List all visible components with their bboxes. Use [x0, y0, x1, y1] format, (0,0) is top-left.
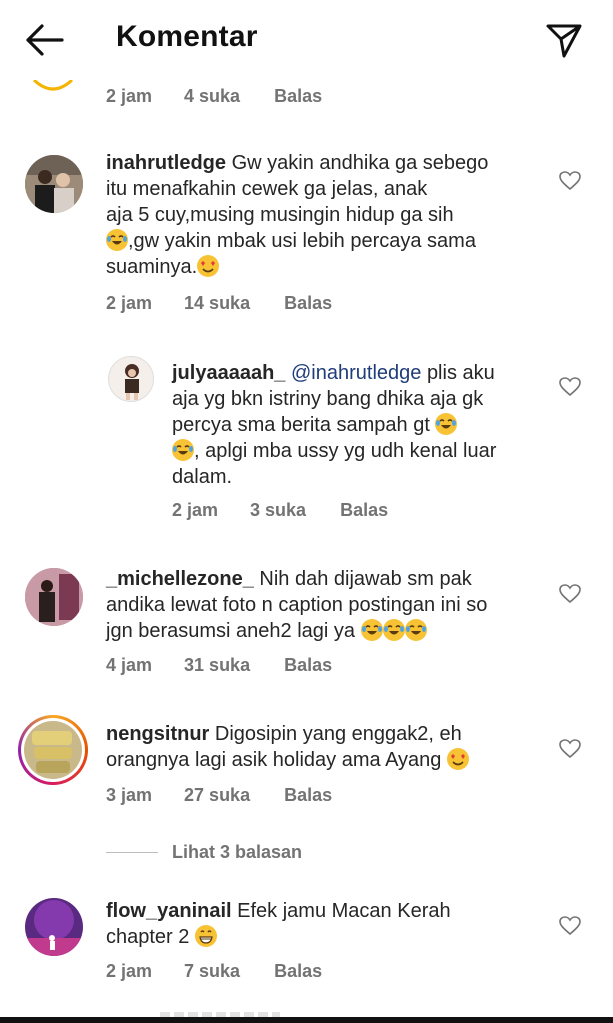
bottom-edge	[0, 1017, 613, 1023]
comment-meta: 2 jam 7 suka Balas	[106, 961, 322, 982]
comment-text: dalam.	[172, 466, 233, 488]
share-button[interactable]	[544, 20, 584, 60]
view-replies-label: Lihat 3 balasan	[172, 842, 303, 862]
like-count[interactable]: 14 suka	[184, 293, 250, 314]
comment-text: aja 5 cuy,musing musingin hidup ga sih	[106, 204, 454, 226]
grinning-face-icon	[194, 925, 217, 947]
like-heart-icon[interactable]	[559, 377, 581, 397]
comment-text: ,gw yakin mbak usi lebih percaya sama	[128, 230, 476, 252]
like-count[interactable]: 3 suka	[250, 500, 306, 521]
comment-text: percya sma berita sampah gt	[172, 414, 430, 436]
comment-text: andika lewat foto n caption postingan in…	[106, 594, 488, 616]
comment-text: Efek jamu Macan Kerah	[237, 900, 451, 922]
paper-plane-icon	[546, 24, 582, 58]
arrow-left-icon	[26, 24, 64, 56]
face-with-tears-of-joy-icon	[360, 619, 383, 641]
reply-button[interactable]: Balas	[274, 86, 322, 107]
back-button[interactable]	[22, 22, 66, 58]
comment-username[interactable]: _michellezone_	[106, 568, 254, 590]
comment-text: , aplgi mba ussy yg udh kenal luar	[194, 440, 497, 462]
comment-text: Nih dah dijawab sm pak	[259, 568, 472, 590]
face-with-tears-of-joy-icon	[172, 439, 194, 461]
face-with-tears-of-joy-icon	[106, 229, 128, 251]
comment-time: 2 jam	[172, 500, 219, 520]
page-title: Komentar	[116, 20, 258, 53]
top-bar: Komentar	[0, 0, 613, 80]
like-count[interactable]: 7 suka	[184, 961, 240, 982]
avatar[interactable]	[25, 155, 83, 213]
comment-text: suaminya.	[106, 256, 198, 278]
reply-button[interactable]: Balas	[340, 500, 388, 521]
avatar[interactable]	[25, 568, 83, 626]
comment-text: plis aku	[426, 362, 495, 384]
comment-time: 3 jam	[106, 785, 153, 805]
heart-eyes-icon	[446, 748, 469, 770]
comment-username[interactable]: inahrutledge	[106, 152, 226, 174]
comment-meta: 2 jam 14 suka Balas	[106, 293, 332, 314]
comment-time: 4 jam	[106, 655, 153, 675]
comment-username[interactable]: flow_yaninail	[106, 900, 232, 922]
story-ring-avatar[interactable]	[18, 715, 88, 785]
like-heart-icon[interactable]	[559, 916, 581, 936]
comment-username[interactable]: nengsitnur	[106, 723, 209, 745]
comment-time: 2 jam	[106, 293, 153, 313]
comment-text: aja yg bkn istriny bang dhika aja gk	[172, 388, 484, 410]
comment-meta: 2 jam 4 suka Balas	[106, 86, 322, 107]
face-with-tears-of-joy-icon	[404, 619, 427, 641]
like-count[interactable]: 31 suka	[184, 655, 250, 676]
reply-button[interactable]: Balas	[284, 655, 332, 676]
mention-link[interactable]: @inahrutledge	[291, 362, 421, 384]
avatar	[24, 721, 82, 779]
like-heart-icon[interactable]	[559, 171, 581, 191]
comment-meta: 2 jam 3 suka Balas	[172, 500, 388, 521]
view-replies-button[interactable]: Lihat 3 balasan	[106, 842, 302, 863]
like-count[interactable]: 27 suka	[184, 785, 250, 806]
comment-meta: 3 jam 27 suka Balas	[106, 785, 332, 806]
face-with-tears-of-joy-icon	[382, 619, 405, 641]
comment-time: 2 jam	[106, 86, 153, 106]
reply-button[interactable]: Balas	[274, 961, 322, 982]
reply-button[interactable]: Balas	[284, 293, 332, 314]
avatar[interactable]	[108, 356, 154, 402]
comment-time: 2 jam	[106, 961, 153, 981]
like-heart-icon[interactable]	[559, 584, 581, 604]
comment-text: Digosipin yang enggak2, eh	[214, 723, 462, 745]
comment-username[interactable]: julyaaaaah_	[172, 362, 285, 384]
avatar[interactable]	[25, 898, 83, 956]
like-count[interactable]: 4 suka	[184, 86, 240, 107]
heart-eyes-icon	[197, 255, 220, 277]
comment-text: orangnya lagi asik holiday ama Ayang	[106, 749, 442, 771]
like-heart-icon[interactable]	[559, 739, 581, 759]
comment-text: Gw yakin andhika ga sebego	[231, 152, 489, 174]
comment-text: jgn berasumsi aneh2 lagi ya	[106, 620, 356, 642]
comment-text: itu menafkahin cewek ga jelas, anak	[106, 178, 428, 200]
divider-line	[106, 852, 158, 853]
face-with-tears-of-joy-icon	[435, 413, 458, 435]
comment-meta: 4 jam 31 suka Balas	[106, 655, 332, 676]
reply-button[interactable]: Balas	[284, 785, 332, 806]
comment-text: chapter 2	[106, 926, 190, 948]
